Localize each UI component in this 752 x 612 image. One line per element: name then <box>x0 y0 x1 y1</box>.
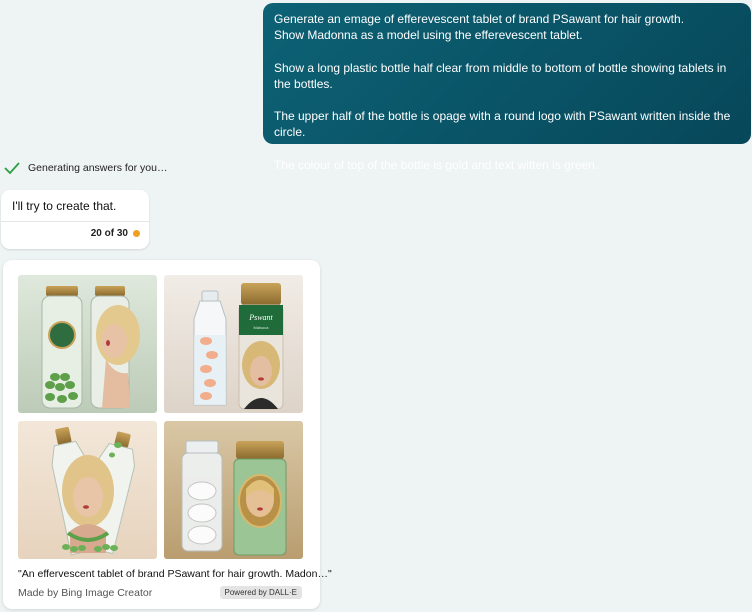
bottle-label-subtext: Malsoca <box>254 325 270 330</box>
status-text: Generating answers for you… <box>28 162 168 174</box>
bottle-label-text: Pswant <box>248 313 273 322</box>
user-message-bubble: Generate an emage of efferevescent table… <box>263 3 751 172</box>
turn-counter: 20 of 30 <box>91 228 140 239</box>
bot-reply-divider <box>1 221 149 222</box>
generated-image-2-art: Pswant Malsoca <box>164 275 303 413</box>
user-message-line: Generate an emage of efferevescent table… <box>274 12 685 26</box>
generation-status: Generating answers for you… <box>4 162 167 174</box>
user-message-line <box>274 92 740 108</box>
generated-image-4[interactable] <box>164 421 303 559</box>
bot-reply-text: I'll try to create that. <box>12 199 117 213</box>
image-result-card: Pswant Malsoca "An effervescent tablet o… <box>3 260 332 609</box>
user-message-line: Show Madonna as a model using the effere… <box>274 28 583 43</box>
counter-dot-icon <box>133 230 140 237</box>
generated-image-3[interactable] <box>18 421 157 559</box>
generated-image-1[interactable] <box>18 275 157 413</box>
user-message-line: Show a long plastic bottle half clear fr… <box>274 60 727 91</box>
generated-image-2[interactable]: Pswant Malsoca <box>164 275 303 413</box>
user-message-line <box>274 43 740 59</box>
generated-image-3-art <box>18 421 157 559</box>
generated-image-1-art <box>18 275 157 413</box>
checkmark-icon <box>4 162 20 174</box>
image-caption[interactable]: "An effervescent tablet of brand PSawant… <box>18 568 332 580</box>
made-by-label: Made by Bing Image Creator <box>18 587 153 599</box>
powered-by-badge: Powered by DALL·E <box>219 586 302 599</box>
user-message-line <box>274 141 740 157</box>
user-message-line: The upper half of the bottle is opage wi… <box>274 109 731 140</box>
generated-image-4-art <box>164 421 303 559</box>
user-message-line: The colour of top of the bottle is gold … <box>274 157 599 172</box>
bot-reply-bubble: I'll try to create that. 20 of 30 <box>1 190 149 249</box>
turn-counter-text: 20 of 30 <box>90 228 128 239</box>
